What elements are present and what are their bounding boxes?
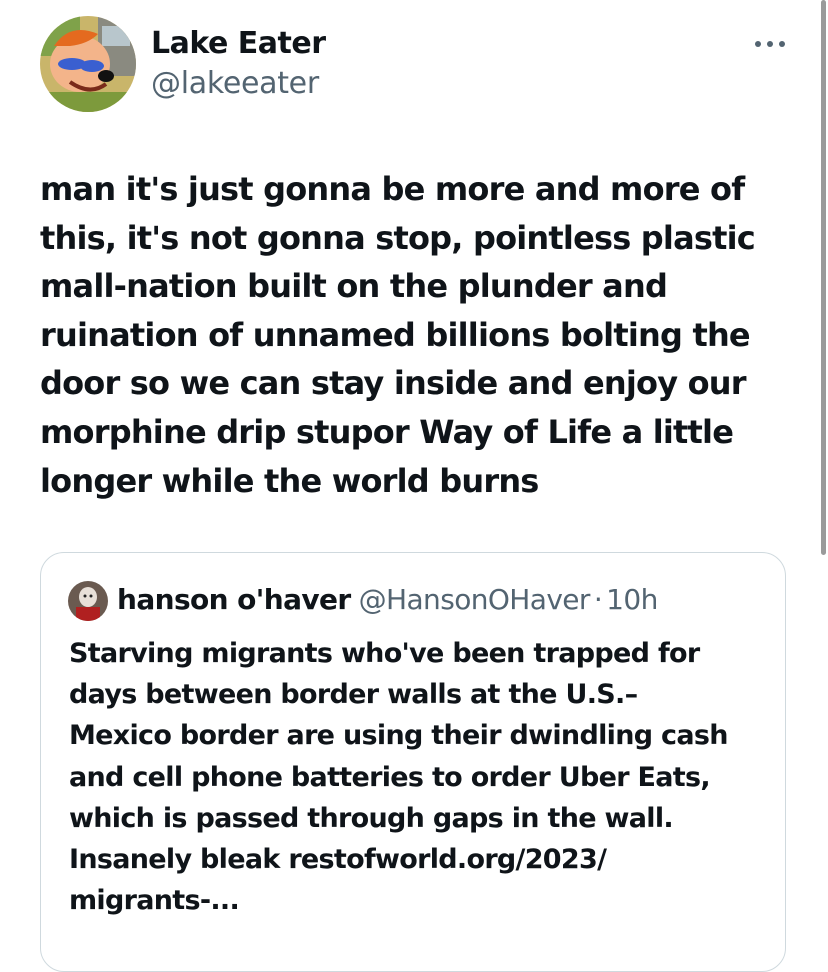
quoted-author-name[interactable]: hanson o'haver: [117, 583, 351, 616]
quoted-tweet-time[interactable]: 10h: [606, 583, 658, 616]
quoted-tweet-header: hanson o'haver @HansonOHaver · 10h: [117, 583, 658, 616]
scrollbar[interactable]: [821, 0, 826, 555]
author-avatar[interactable]: [40, 16, 136, 112]
quoted-author-avatar[interactable]: [68, 581, 108, 621]
tweet-text: man it's just gonna be more and more of …: [40, 170, 756, 500]
quoted-tweet-text: Starving migrants who've been trapped fo…: [69, 638, 728, 917]
tweet: Lake Eater @lakeeater man it's just gonn…: [0, 0, 828, 972]
quoted-tweet-card[interactable]: hanson o'haver @HansonOHaver · 10h Starving…: [40, 552, 786, 972]
author-handle[interactable]: @lakeeater: [151, 66, 319, 101]
author-display-name[interactable]: Lake Eater: [151, 26, 326, 61]
separator-dot: ·: [593, 583, 603, 616]
more-horizontal-icon[interactable]: [752, 36, 788, 52]
quoted-author-handle[interactable]: @HansonOHaver: [359, 583, 591, 616]
